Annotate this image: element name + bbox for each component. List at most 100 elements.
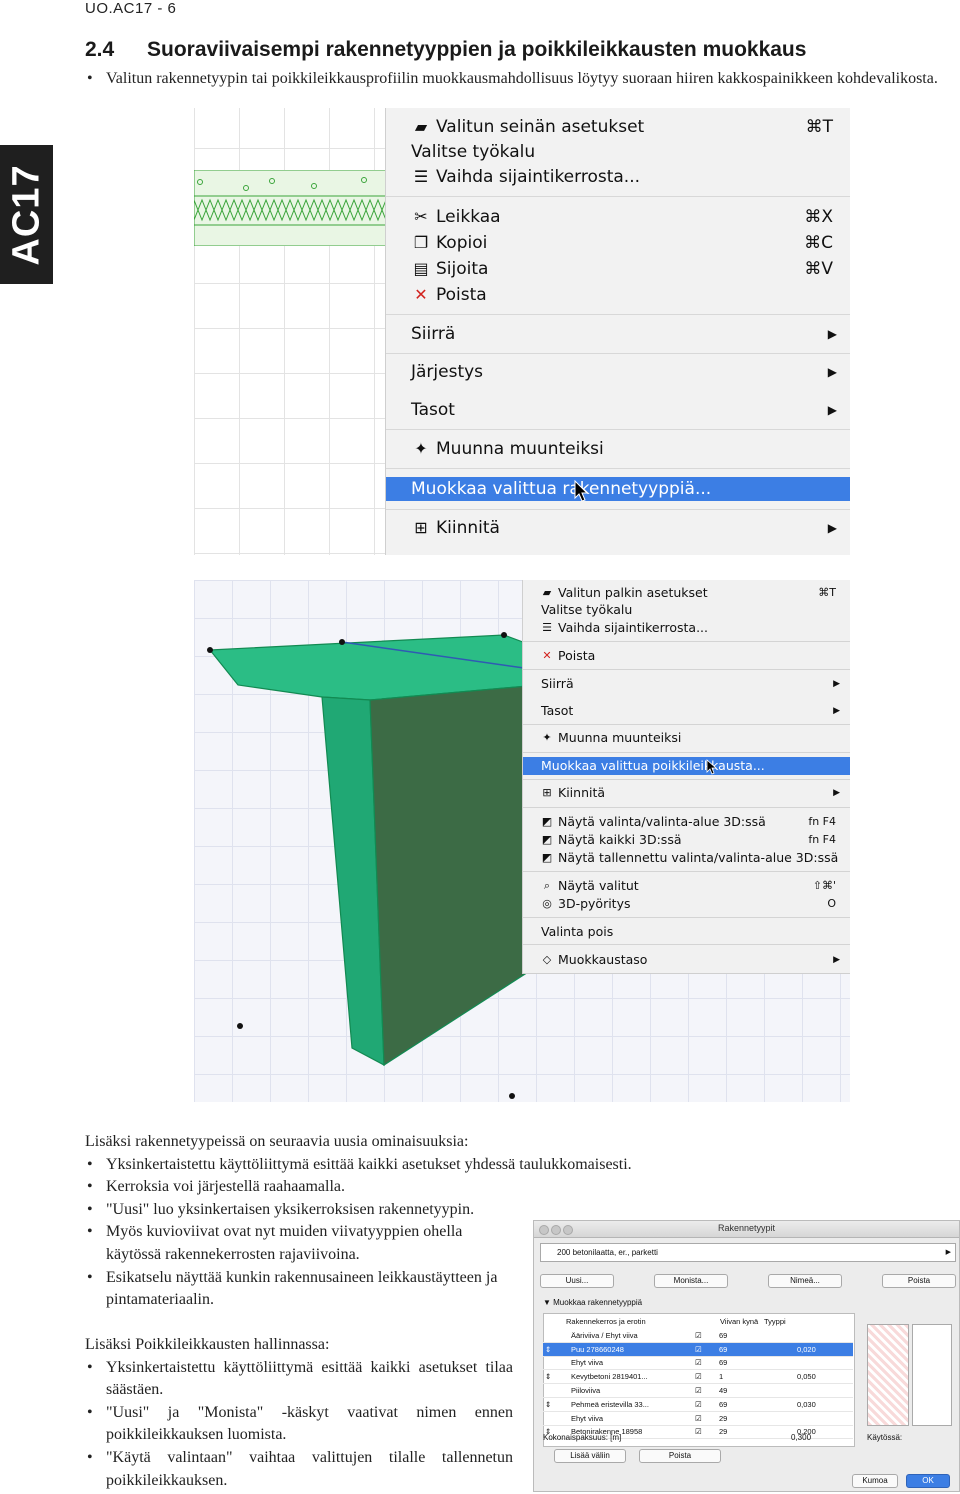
table-row[interactable]: Ehyt viiva ☑ 69 — [543, 1356, 853, 1371]
mouse-cursor-icon — [706, 759, 717, 775]
section-title: 2.4 Suoraviivaisempi rakennetyyppien ja p… — [85, 38, 806, 62]
menu-item-edit-composite[interactable]: Muokkaa valittua rakennetyyppiä... — [386, 477, 850, 501]
story-icon: ☰ — [542, 621, 552, 634]
3d-view-icon: ◩ — [541, 851, 553, 864]
table-row[interactable]: ⇕ Puu 278660248 ☑ 69 0,020 — [543, 1342, 853, 1357]
menu-separator — [523, 752, 850, 753]
disclosure-triangle-icon: ▼ — [543, 1298, 554, 1307]
menu-item-3d-orbit[interactable]: ◎ 3D-pyöritys O — [523, 895, 850, 913]
3d-view-icon: ◩ — [541, 833, 553, 846]
layer-preview — [867, 1324, 909, 1426]
menu-item-copy[interactable]: ❐ Kopioi ⌘C — [386, 231, 850, 255]
menu-separator — [386, 353, 850, 354]
menu-item-show-all-3d[interactable]: ◩ Näytä kaikki 3D:ssä fn F4 — [523, 831, 850, 849]
profiles-bullets: Yksinkertaistettu käyttöliittymä esittää… — [85, 1357, 513, 1493]
menu-separator — [523, 917, 850, 918]
menu-separator — [523, 871, 850, 872]
cancel-button[interactable]: Kumoa — [852, 1474, 898, 1488]
duplicate-button[interactable]: Monista... — [654, 1274, 728, 1288]
preview-panel — [912, 1324, 952, 1426]
transform-icon: ✦ — [542, 731, 552, 744]
submenu-arrow-icon: ▶ — [833, 788, 840, 798]
table-row[interactable]: Ehyt viiva ☑ 29 — [543, 1411, 853, 1426]
scissors-icon: ✂ — [414, 207, 428, 226]
menu-separator — [386, 509, 850, 510]
table-row[interactable]: Piiloviiva ☑ 49 — [543, 1383, 853, 1398]
menu-separator — [523, 807, 850, 808]
wall-context-menu-screenshot: ▰ Valitun seinän asetukset ⌘T Valitse ty… — [194, 108, 850, 555]
ok-button[interactable]: OK — [906, 1474, 950, 1488]
pin-icon: ⊞ — [542, 786, 552, 799]
menu-item-select-tool[interactable]: Valitse työkalu — [523, 601, 850, 619]
plane-icon: ◇ — [542, 953, 552, 966]
menu-item-explode[interactable]: ✦ Muunna muunteiksi — [523, 729, 850, 747]
table-row[interactable]: Ääriviiva / Ehyt viiva ☑ 69 — [543, 1329, 853, 1343]
menu-item-show-saved-selection-3d[interactable]: ◩ Näytä tallennettu valinta/valinta-alue… — [523, 849, 850, 867]
rename-button[interactable]: Nimeä... — [768, 1274, 842, 1288]
delete-button[interactable]: Poista — [882, 1274, 956, 1288]
menu-item-paste[interactable]: ▤ Sijoita ⌘V — [386, 257, 850, 281]
chapter-tab: AC17 — [0, 145, 53, 284]
menu-item-delete[interactable]: ✕ Poista — [386, 283, 850, 307]
new-button[interactable]: Uusi... — [540, 1274, 614, 1288]
col-header-pen: Viivan kynä — [720, 1317, 759, 1326]
menu-item-delete[interactable]: ✕ Poista — [523, 647, 850, 665]
submenu-arrow-icon: ▶ — [827, 521, 837, 535]
composites-lead: Lisäksi rakennetyypeissä on seuraavia uu… — [85, 1133, 469, 1150]
menu-item-move[interactable]: Siirrä ▶ — [523, 675, 850, 693]
menu-separator — [386, 196, 850, 197]
chevron-right-icon: ▶ — [945, 1249, 951, 1256]
menu-item-cut[interactable]: ✂ Leikkaa ⌘X — [386, 205, 850, 229]
menu-item-show-selection-3d[interactable]: ◩ Näytä valinta/valinta-alue 3D:ssä fn F… — [523, 813, 850, 831]
menu-item-snap[interactable]: ⊞ Kiinnitä ▶ — [523, 784, 850, 802]
submenu-arrow-icon: ▶ — [833, 679, 840, 689]
menu-item-explode[interactable]: ✦ Muunna muunteiksi — [386, 437, 850, 461]
orbit-icon: ◎ — [542, 897, 552, 910]
menu-separator — [386, 468, 850, 469]
menu-item-zoom-selected[interactable]: ⌕ Näytä valitut ⇧⌘' — [523, 877, 850, 895]
menu-item-edit-profile[interactable]: Muokkaa valittua poikkileikkausta... — [523, 757, 850, 775]
menu-item-wall-settings[interactable]: ▰ Valitun seinän asetukset ⌘T — [386, 115, 850, 139]
total-thickness-value: 0,300 — [791, 1433, 812, 1442]
menu-item-select-tool[interactable]: Valitse työkalu — [386, 140, 850, 164]
chapter-tab-label: AC17 — [5, 163, 47, 266]
menu-separator — [523, 944, 850, 945]
table-row[interactable]: ⇕ Pehmeä eristevilla 33... ☑ 69 0,030 — [543, 1397, 853, 1412]
list-item: "Uusi" ja "Monista" -käskyt vaativat nim… — [85, 1402, 513, 1447]
edit-composite-section-label[interactable]: ▼ Muokkaa rakennetyyppiä — [543, 1298, 642, 1307]
menu-item-deselect[interactable]: Valinta pois — [523, 923, 850, 941]
beam-settings-icon: ▰ — [542, 586, 552, 599]
copy-icon: ❐ — [413, 233, 429, 252]
menu-separator — [523, 779, 850, 780]
menu-item-layers[interactable]: Tasot ▶ — [386, 398, 850, 422]
insert-layer-button[interactable]: Lisää väliin — [554, 1449, 626, 1463]
submenu-arrow-icon: ▶ — [827, 327, 837, 341]
composites-dialog: Rakennetyypit 200 betonilaatta, er., par… — [533, 1220, 960, 1492]
menu-item-move[interactable]: Siirrä ▶ — [386, 322, 850, 346]
composite-selector[interactable]: 200 betonilaatta, er., parketti ▶ — [540, 1243, 956, 1262]
table-row[interactable]: ⇕ Kevytbetoni 2819401... ☑ 1 0,050 — [543, 1369, 853, 1385]
wall-settings-icon: ▰ — [414, 117, 428, 136]
menu-separator — [523, 669, 850, 670]
menu-item-change-story[interactable]: ☰ Vaihda sijaintikerrosta... — [523, 619, 850, 637]
beam-context-menu-screenshot: ▰ Valitun palkin asetukset ⌘T Valitse ty… — [194, 580, 850, 1102]
menu-item-editing-plane[interactable]: ◇ Muokkaustaso ▶ — [523, 951, 850, 969]
pin-icon: ⊞ — [414, 518, 428, 537]
delete-icon: ✕ — [542, 649, 552, 662]
list-item: Yksinkertaistettu käyttöliittymä esittää… — [85, 1357, 513, 1402]
menu-item-layers[interactable]: Tasot ▶ — [523, 702, 850, 720]
dialog-title: Rakennetyypit — [717, 1223, 776, 1233]
list-item: Yksinkertaistettu käyttöliittymä esittää… — [85, 1154, 645, 1177]
remove-layer-button[interactable]: Poista — [639, 1449, 721, 1463]
context-menu: ▰ Valitun palkin asetukset ⌘T Valitse ty… — [523, 580, 850, 973]
menu-separator — [386, 314, 850, 315]
total-thickness-label: Kokonaispaksuus: [m] — [543, 1433, 622, 1442]
submenu-arrow-icon: ▶ — [827, 403, 837, 417]
menu-item-snap[interactable]: ⊞ Kiinnitä ▶ — [386, 516, 850, 540]
menu-item-beam-settings[interactable]: ▰ Valitun palkin asetukset ⌘T — [523, 584, 850, 602]
delete-icon: ✕ — [414, 285, 428, 304]
menu-item-order[interactable]: Järjestys ▶ — [386, 360, 850, 384]
menu-item-change-story[interactable]: ☰ Vaihda sijaintikerrosta... — [386, 165, 850, 189]
submenu-arrow-icon: ▶ — [833, 955, 840, 965]
zoom-icon: ⌕ — [543, 879, 551, 892]
